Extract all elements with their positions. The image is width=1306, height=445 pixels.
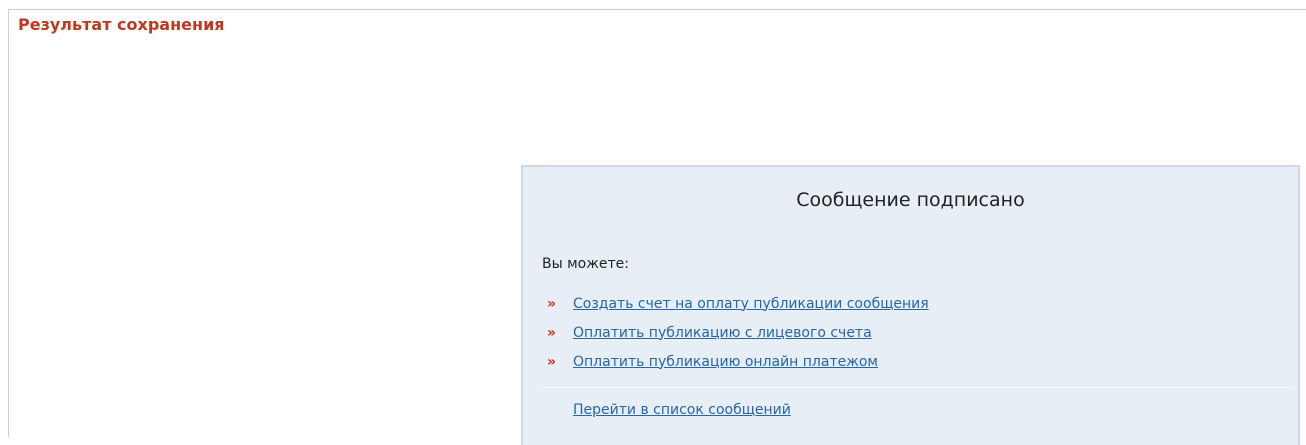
go-to-messages-list-link[interactable]: Перейти в список сообщений xyxy=(573,402,791,418)
list-item: » Создать счет на оплату публикации сооб… xyxy=(547,289,929,318)
double-chevron-right-icon: » xyxy=(547,324,556,341)
pay-from-account-link[interactable]: Оплатить публикацию с лицевого счета xyxy=(573,325,872,341)
panel-title: Сообщение подписано xyxy=(796,189,1025,211)
divider xyxy=(543,387,1294,388)
pay-online-link[interactable]: Оплатить публикацию онлайн платежом xyxy=(573,354,878,370)
list-item: » Оплатить публикацию с лицевого счета xyxy=(547,318,929,347)
secondary-action: Перейти в список сообщений xyxy=(573,399,791,418)
double-chevron-right-icon: » xyxy=(547,295,556,312)
options-lead-text: Вы можете: xyxy=(542,256,629,272)
signed-message-panel: Сообщение подписано Вы можете: » Создать… xyxy=(521,165,1300,445)
page-title: Результат сохранения xyxy=(18,15,225,34)
action-list: » Создать счет на оплату публикации сооб… xyxy=(547,289,929,376)
create-invoice-link[interactable]: Создать счет на оплату публикации сообще… xyxy=(573,296,929,312)
double-chevron-right-icon: » xyxy=(547,353,556,370)
list-item: » Оплатить публикацию онлайн платежом xyxy=(547,347,929,376)
